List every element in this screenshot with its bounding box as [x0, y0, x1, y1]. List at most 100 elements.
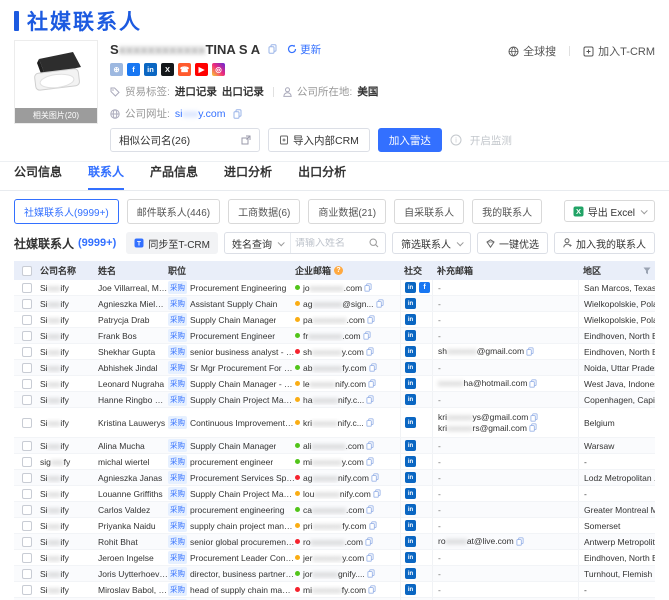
copy-icon[interactable] — [366, 347, 374, 356]
subtab-2[interactable]: 工商数据(6) — [228, 198, 301, 224]
trade-tag-import[interactable]: 进口记录 — [175, 84, 217, 99]
copy-icon[interactable] — [529, 379, 537, 388]
linkedin-icon[interactable]: in — [405, 394, 416, 405]
linkedin-icon[interactable]: in — [144, 63, 157, 76]
row-checkbox[interactable] — [22, 417, 32, 428]
global-search-link[interactable]: 全球搜 — [508, 43, 556, 59]
copy-icon[interactable] — [530, 413, 538, 422]
copy-icon[interactable] — [363, 331, 371, 340]
facebook-icon[interactable]: f — [419, 282, 430, 293]
row-checkbox[interactable] — [22, 552, 32, 563]
linkedin-icon[interactable]: in — [405, 417, 416, 428]
linkedin-icon[interactable]: in — [405, 536, 416, 547]
copy-icon[interactable] — [367, 315, 375, 324]
linkedin-icon[interactable]: in — [405, 520, 416, 531]
row-checkbox[interactable] — [22, 488, 32, 499]
trade-tag-export[interactable]: 出口记录 — [222, 84, 264, 99]
linkedin-icon[interactable]: in — [405, 346, 416, 357]
select-all-checkbox[interactable] — [22, 265, 32, 276]
linkedin-icon[interactable]: in — [405, 552, 416, 563]
row-checkbox[interactable] — [22, 394, 32, 405]
tab-3[interactable]: 进口分析 — [224, 163, 272, 190]
linkedin-icon[interactable]: in — [405, 472, 416, 483]
copy-icon[interactable] — [366, 553, 374, 562]
copy-icon[interactable] — [366, 457, 374, 466]
copy-icon[interactable] — [366, 418, 374, 427]
join-radar-button[interactable]: 加入雷达 — [377, 128, 442, 152]
row-checkbox[interactable] — [22, 456, 32, 467]
copy-icon[interactable] — [371, 473, 379, 482]
row-checkbox[interactable] — [22, 362, 32, 373]
copy-icon[interactable] — [369, 521, 377, 530]
subtab-3[interactable]: 商业数据(21) — [308, 198, 387, 224]
import-crm-button[interactable]: 导入内部CRM — [268, 128, 370, 152]
copy-icon[interactable] — [368, 585, 376, 594]
copy-icon[interactable] — [516, 537, 524, 546]
filter-icon[interactable] — [643, 267, 651, 275]
copy-icon[interactable] — [366, 441, 374, 450]
tab-1[interactable]: 联系人 — [88, 163, 125, 190]
tab-0[interactable]: 公司信息 — [14, 163, 62, 190]
copy-icon[interactable] — [368, 379, 376, 388]
linkedin-icon[interactable]: in — [405, 330, 416, 341]
row-checkbox[interactable] — [22, 504, 32, 515]
linkedin-icon[interactable]: in — [405, 378, 416, 389]
tab-4[interactable]: 出口分析 — [298, 163, 346, 190]
youtube-icon[interactable]: ▶ — [195, 63, 208, 76]
copy-icon[interactable] — [366, 395, 374, 404]
x-icon[interactable]: X — [161, 63, 174, 76]
subtab-5[interactable]: 我的联系人 — [472, 198, 543, 224]
similar-companies-box[interactable]: 相似公司名(26) — [110, 128, 260, 152]
subtab-1[interactable]: 邮件联系人(446) — [126, 198, 221, 224]
linkedin-icon[interactable]: in — [405, 488, 416, 499]
row-checkbox[interactable] — [22, 378, 32, 389]
copy-icon[interactable] — [268, 44, 277, 54]
copy-icon[interactable] — [233, 108, 242, 119]
copy-icon[interactable] — [367, 569, 375, 578]
linkedin-icon[interactable]: in — [405, 362, 416, 373]
row-checkbox[interactable] — [22, 584, 32, 595]
help-icon[interactable]: ? — [334, 266, 344, 275]
linkedin-icon[interactable]: in — [405, 314, 416, 325]
linkedin-icon[interactable]: in — [405, 282, 416, 293]
row-checkbox[interactable] — [22, 346, 32, 357]
copy-icon[interactable] — [366, 505, 374, 514]
linkedin-icon[interactable]: in — [405, 440, 416, 451]
copy-icon[interactable] — [373, 489, 381, 498]
copy-icon[interactable] — [365, 537, 373, 546]
search-icon[interactable] — [363, 238, 385, 248]
copy-icon[interactable] — [526, 347, 534, 356]
row-checkbox[interactable] — [22, 314, 32, 325]
linkedin-icon[interactable]: in — [405, 504, 416, 515]
info-icon[interactable]: i — [450, 134, 462, 146]
add-my-contacts-button[interactable]: 加入我的联系人 — [554, 232, 655, 254]
copy-icon[interactable] — [375, 299, 384, 308]
copy-icon[interactable] — [369, 363, 377, 372]
one-click-optimize-button[interactable]: 一键优选 — [477, 232, 548, 254]
row-checkbox[interactable] — [22, 472, 32, 483]
company-photo[interactable]: 相关图片(20) — [14, 40, 98, 124]
sync-tcrm-button[interactable]: T 同步至T-CRM — [126, 232, 218, 254]
join-tcrm-link[interactable]: 加入T-CRM — [583, 43, 655, 59]
instagram-icon[interactable]: ◎ — [212, 63, 225, 76]
row-checkbox[interactable] — [22, 298, 32, 309]
subtab-0[interactable]: 社媒联系人(9999+) — [14, 198, 119, 224]
linkedin-icon[interactable]: in — [405, 298, 416, 309]
related-images-label[interactable]: 相关图片(20) — [15, 108, 97, 123]
website-icon[interactable]: ⊕ — [110, 63, 123, 76]
facebook-icon[interactable]: f — [127, 63, 140, 76]
website-link[interactable]: sixxxy.com — [175, 108, 226, 120]
row-checkbox[interactable] — [22, 440, 32, 451]
export-excel-button[interactable]: X 导出 Excel — [563, 200, 655, 222]
linkedin-icon[interactable]: in — [405, 584, 416, 595]
tab-2[interactable]: 产品信息 — [150, 163, 198, 190]
name-search-input[interactable] — [291, 237, 363, 249]
copy-icon[interactable] — [364, 283, 372, 292]
start-monitor-button[interactable]: 开启监测 — [470, 133, 512, 148]
phone-icon[interactable]: ☎ — [178, 63, 191, 76]
filter-contacts-dropdown[interactable]: 筛选联系人 — [392, 232, 471, 254]
query-type-dropdown[interactable]: 姓名查询 — [225, 233, 291, 253]
subtab-4[interactable]: 自采联系人 — [394, 198, 465, 224]
row-checkbox[interactable] — [22, 330, 32, 341]
row-checkbox[interactable] — [22, 520, 32, 531]
